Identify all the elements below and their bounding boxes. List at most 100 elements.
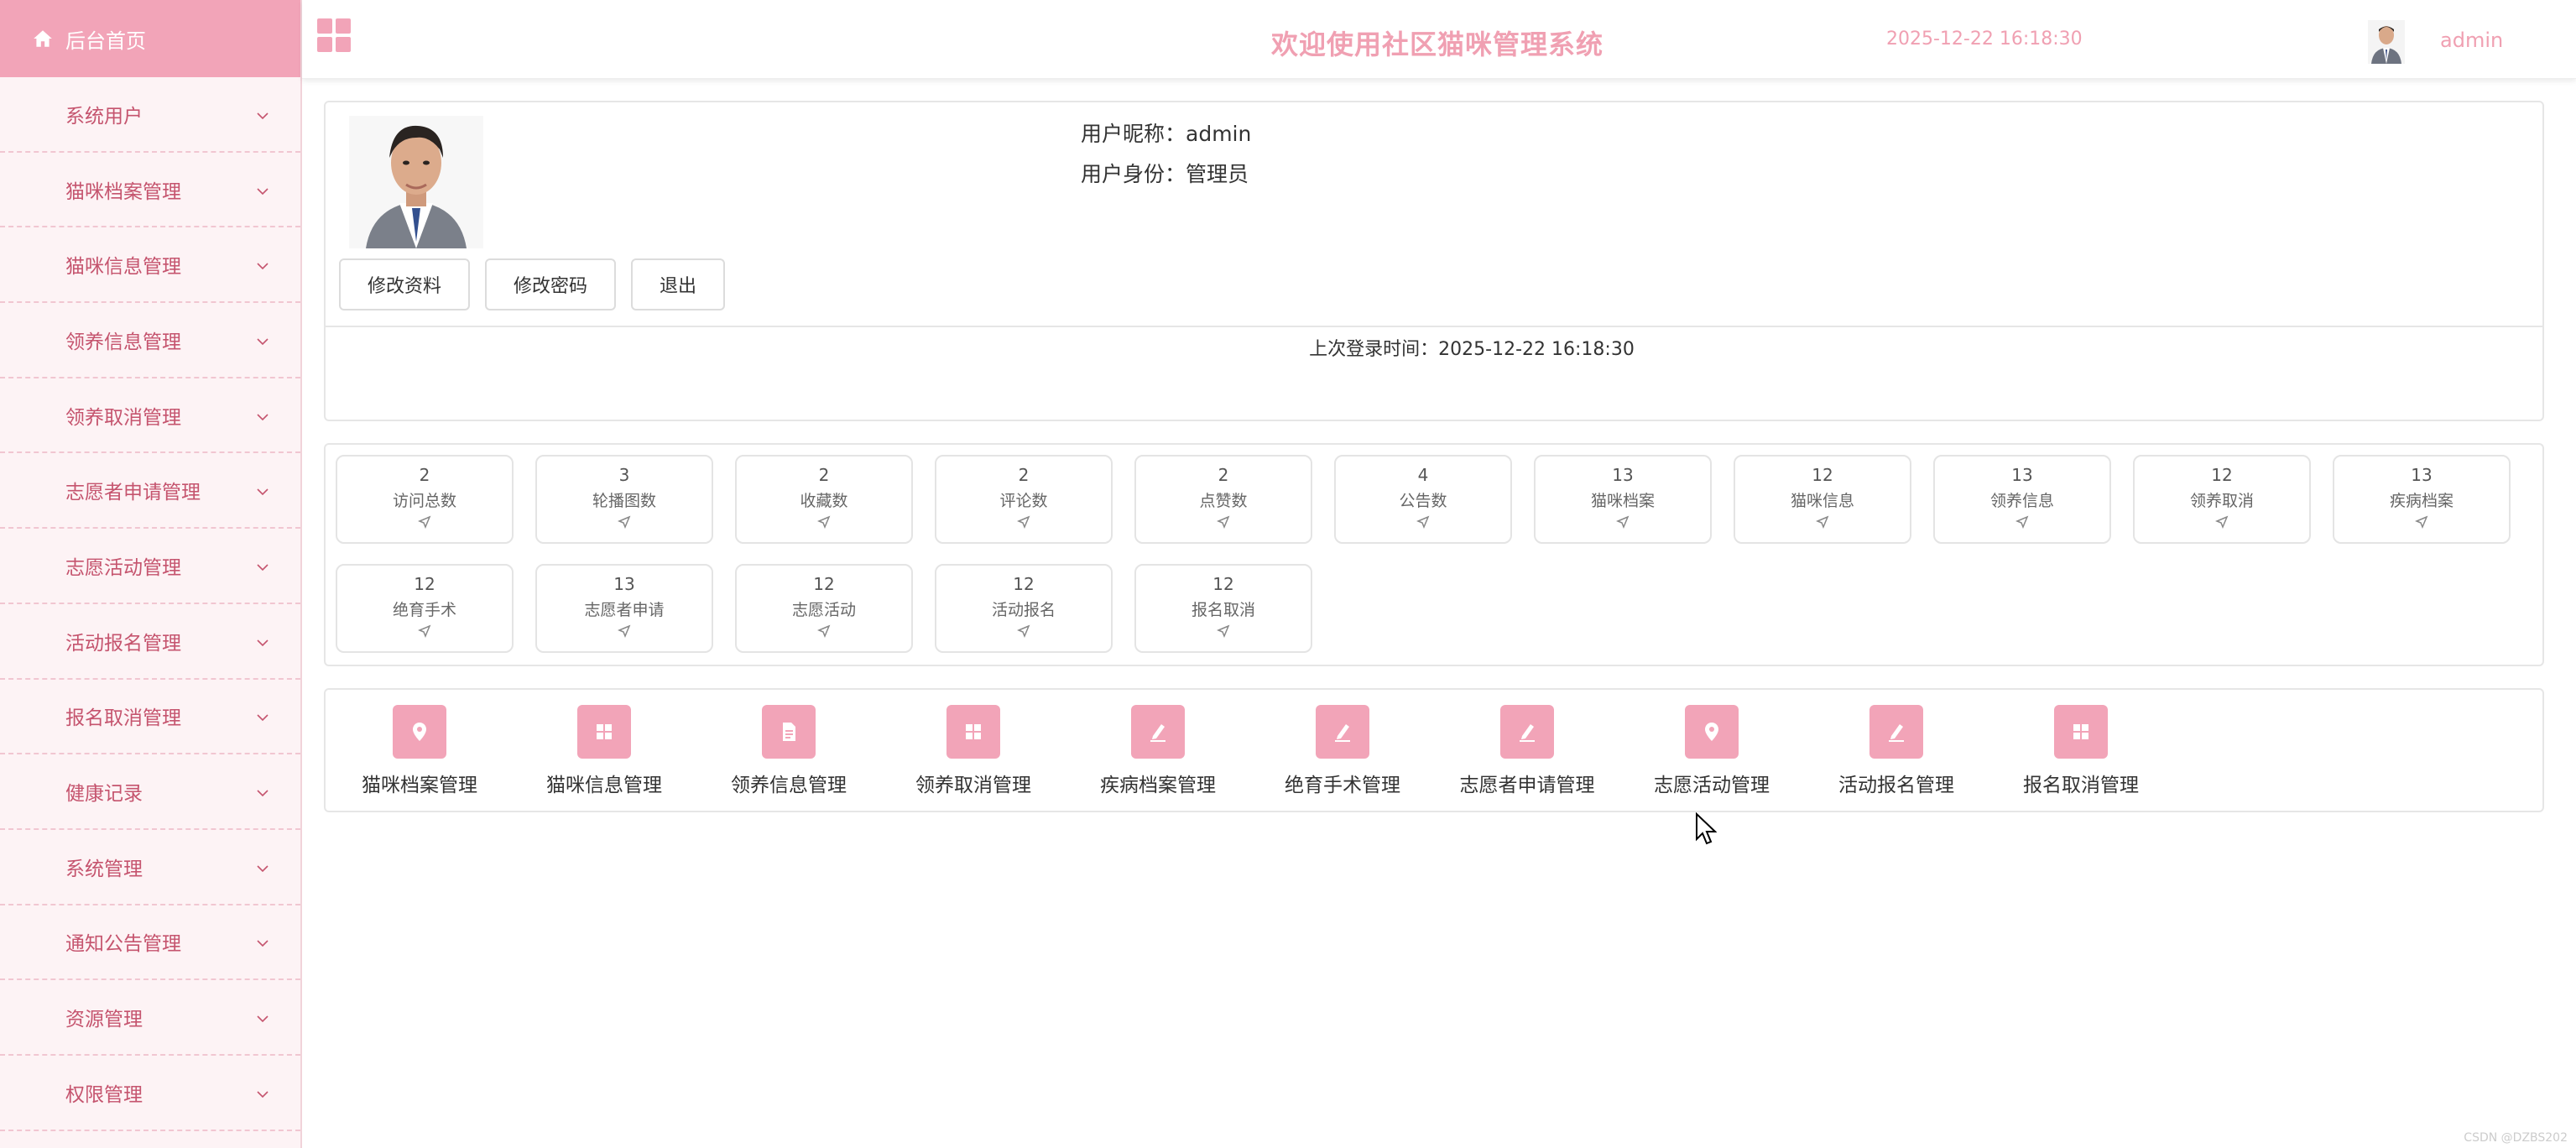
- stat-card[interactable]: 2 访问总数: [336, 455, 514, 544]
- nickname-value: admin: [1186, 122, 1252, 146]
- sidebar-menu-item-label: 志愿者申请管理: [65, 482, 201, 504]
- module-shortcut[interactable]: 志愿活动管理: [1628, 705, 1796, 797]
- module-shortcut-label: 猫咪档案管理: [362, 775, 477, 796]
- sidebar-menu-item[interactable]: 通知公告管理: [0, 905, 300, 981]
- stat-value: 12: [1812, 465, 1833, 485]
- send-arrow-icon: [1815, 514, 1830, 530]
- stat-card[interactable]: 12 绝育手术: [336, 564, 514, 653]
- sidebar-menu-item[interactable]: 资源管理: [0, 980, 300, 1056]
- sidebar-menu-item-label: 报名取消管理: [65, 707, 181, 730]
- chevron-down-icon: [255, 784, 270, 799]
- module-shortcuts-panel: 猫咪档案管理 猫咪信息管理 领养信息管理 领养取消管理 疾病档案管理 绝育手术管理 志愿者申…: [324, 688, 2544, 812]
- chevron-down-icon: [255, 859, 270, 874]
- menu-toggle-grid-icon[interactable]: [317, 18, 351, 52]
- last-login-value: 2025-12-22 16:18:30: [1438, 339, 1635, 360]
- sidebar-menu-item[interactable]: 报名取消管理: [0, 680, 300, 755]
- chevron-down-icon: [255, 1085, 270, 1100]
- grid-icon: [577, 705, 631, 759]
- stat-card[interactable]: 3 轮播图数: [535, 455, 713, 544]
- stat-label: 绝育手术: [392, 601, 456, 619]
- chevron-down-icon: [255, 934, 270, 949]
- stat-value: 12: [414, 574, 435, 594]
- grid-icon: [2054, 705, 2108, 759]
- nickname-label: 用户昵称：: [1081, 122, 1186, 146]
- profile-divider: [326, 326, 2542, 327]
- stat-value: 2: [419, 465, 430, 485]
- stat-card[interactable]: 13 疾病档案: [2333, 455, 2511, 544]
- sidebar-menu-item[interactable]: 猫咪档案管理: [0, 153, 300, 228]
- stat-label: 志愿者申请: [584, 601, 665, 619]
- chevron-down-icon: [255, 634, 270, 649]
- send-arrow-icon: [417, 514, 432, 530]
- stat-card[interactable]: 12 报名取消: [1134, 564, 1312, 653]
- sidebar-menu-item[interactable]: 系统用户: [0, 77, 300, 153]
- sidebar-menu-item[interactable]: 活动报名管理: [0, 604, 300, 680]
- stat-label: 报名取消: [1191, 601, 1255, 619]
- stat-card[interactable]: 2 评论数: [935, 455, 1113, 544]
- stat-card[interactable]: 12 活动报名: [935, 564, 1113, 653]
- stat-card[interactable]: 13 领养信息: [1933, 455, 2111, 544]
- chevron-down-icon: [255, 558, 270, 573]
- stat-card[interactable]: 12 领养取消: [2133, 455, 2311, 544]
- sidebar-menu-item-label: 通知公告管理: [65, 933, 181, 956]
- edit-profile-button[interactable]: 修改资料: [339, 258, 470, 310]
- module-shortcut-label: 志愿活动管理: [1654, 775, 1770, 796]
- module-shortcut-label: 猫咪信息管理: [546, 775, 662, 796]
- sidebar-menu-item-label: 活动报名管理: [65, 632, 181, 655]
- sidebar-menu-item[interactable]: 志愿活动管理: [0, 529, 300, 604]
- stat-value: 2: [1018, 465, 1030, 485]
- sidebar-menu-item-label: 系统管理: [65, 858, 143, 880]
- stat-value: 13: [2411, 465, 2433, 485]
- sidebar-menu-item[interactable]: 领养取消管理: [0, 378, 300, 454]
- stat-value: 13: [613, 574, 635, 594]
- sidebar-menu-item[interactable]: 系统管理: [0, 830, 300, 905]
- sidebar-menu-item-label: 领养信息管理: [65, 331, 181, 353]
- stat-label: 猫咪信息: [1790, 492, 1854, 510]
- sidebar-home-link[interactable]: 后台首页: [0, 0, 300, 77]
- stat-card[interactable]: 4 公告数: [1334, 455, 1512, 544]
- stat-card[interactable]: 2 点赞数: [1134, 455, 1312, 544]
- module-shortcut[interactable]: 绝育手术管理: [1259, 705, 1426, 797]
- sidebar-menu-item-label: 系统用户: [65, 105, 143, 128]
- module-shortcut[interactable]: 疾病档案管理: [1074, 705, 1242, 797]
- stat-card[interactable]: 13 志愿者申请: [535, 564, 713, 653]
- sidebar-menu-item[interactable]: 猫咪信息管理: [0, 227, 300, 304]
- mouse-cursor-icon: [1696, 812, 1717, 845]
- module-shortcut[interactable]: 猫咪信息管理: [520, 705, 688, 797]
- stat-card[interactable]: 12 猫咪信息: [1734, 455, 1911, 544]
- sidebar-menu-item-label: 资源管理: [65, 1009, 143, 1031]
- sidebar-menu-item-label: 猫咪档案管理: [65, 180, 181, 203]
- stat-card[interactable]: 13 猫咪档案: [1534, 455, 1712, 544]
- sidebar-menu-item-label: 健康记录: [65, 783, 143, 806]
- sidebar-menu-item[interactable]: 健康记录: [0, 754, 300, 830]
- header-username[interactable]: admin: [2440, 29, 2503, 52]
- home-icon: [32, 28, 54, 50]
- chevron-down-icon: [255, 483, 270, 498]
- stat-value: 2: [818, 465, 830, 485]
- stat-card[interactable]: 12 志愿活动: [735, 564, 913, 653]
- sidebar-menu-item-label: 权限管理: [65, 1083, 143, 1106]
- stat-card[interactable]: 2 收藏数: [735, 455, 913, 544]
- sidebar-home-label: 后台首页: [65, 29, 146, 53]
- change-password-button[interactable]: 修改密码: [485, 258, 616, 310]
- module-shortcut[interactable]: 领养信息管理: [705, 705, 873, 797]
- edit-icon: [1500, 705, 1554, 759]
- stat-label: 领养信息: [1989, 492, 2054, 510]
- sidebar-menu-item[interactable]: 权限管理: [0, 1056, 300, 1131]
- logout-button[interactable]: 退出: [631, 258, 725, 310]
- module-shortcut[interactable]: 报名取消管理: [1997, 705, 2165, 797]
- sidebar-menu-item-label: 猫咪信息管理: [65, 256, 181, 279]
- module-shortcut[interactable]: 志愿者申请管理: [1443, 705, 1611, 797]
- module-shortcut[interactable]: 猫咪档案管理: [336, 705, 503, 797]
- header-avatar[interactable]: [2368, 20, 2405, 64]
- stat-value: 4: [1417, 465, 1429, 485]
- module-shortcut[interactable]: 活动报名管理: [1812, 705, 1980, 797]
- location-pin-icon: [1685, 705, 1739, 759]
- send-arrow-icon: [1615, 514, 1630, 530]
- send-arrow-icon: [2214, 514, 2229, 530]
- module-shortcut-label: 活动报名管理: [1838, 775, 1954, 796]
- module-shortcut[interactable]: 领养取消管理: [889, 705, 1057, 797]
- sidebar-menu-item[interactable]: 领养信息管理: [0, 303, 300, 378]
- edit-icon: [1131, 705, 1185, 759]
- sidebar-menu-item[interactable]: 志愿者申请管理: [0, 453, 300, 530]
